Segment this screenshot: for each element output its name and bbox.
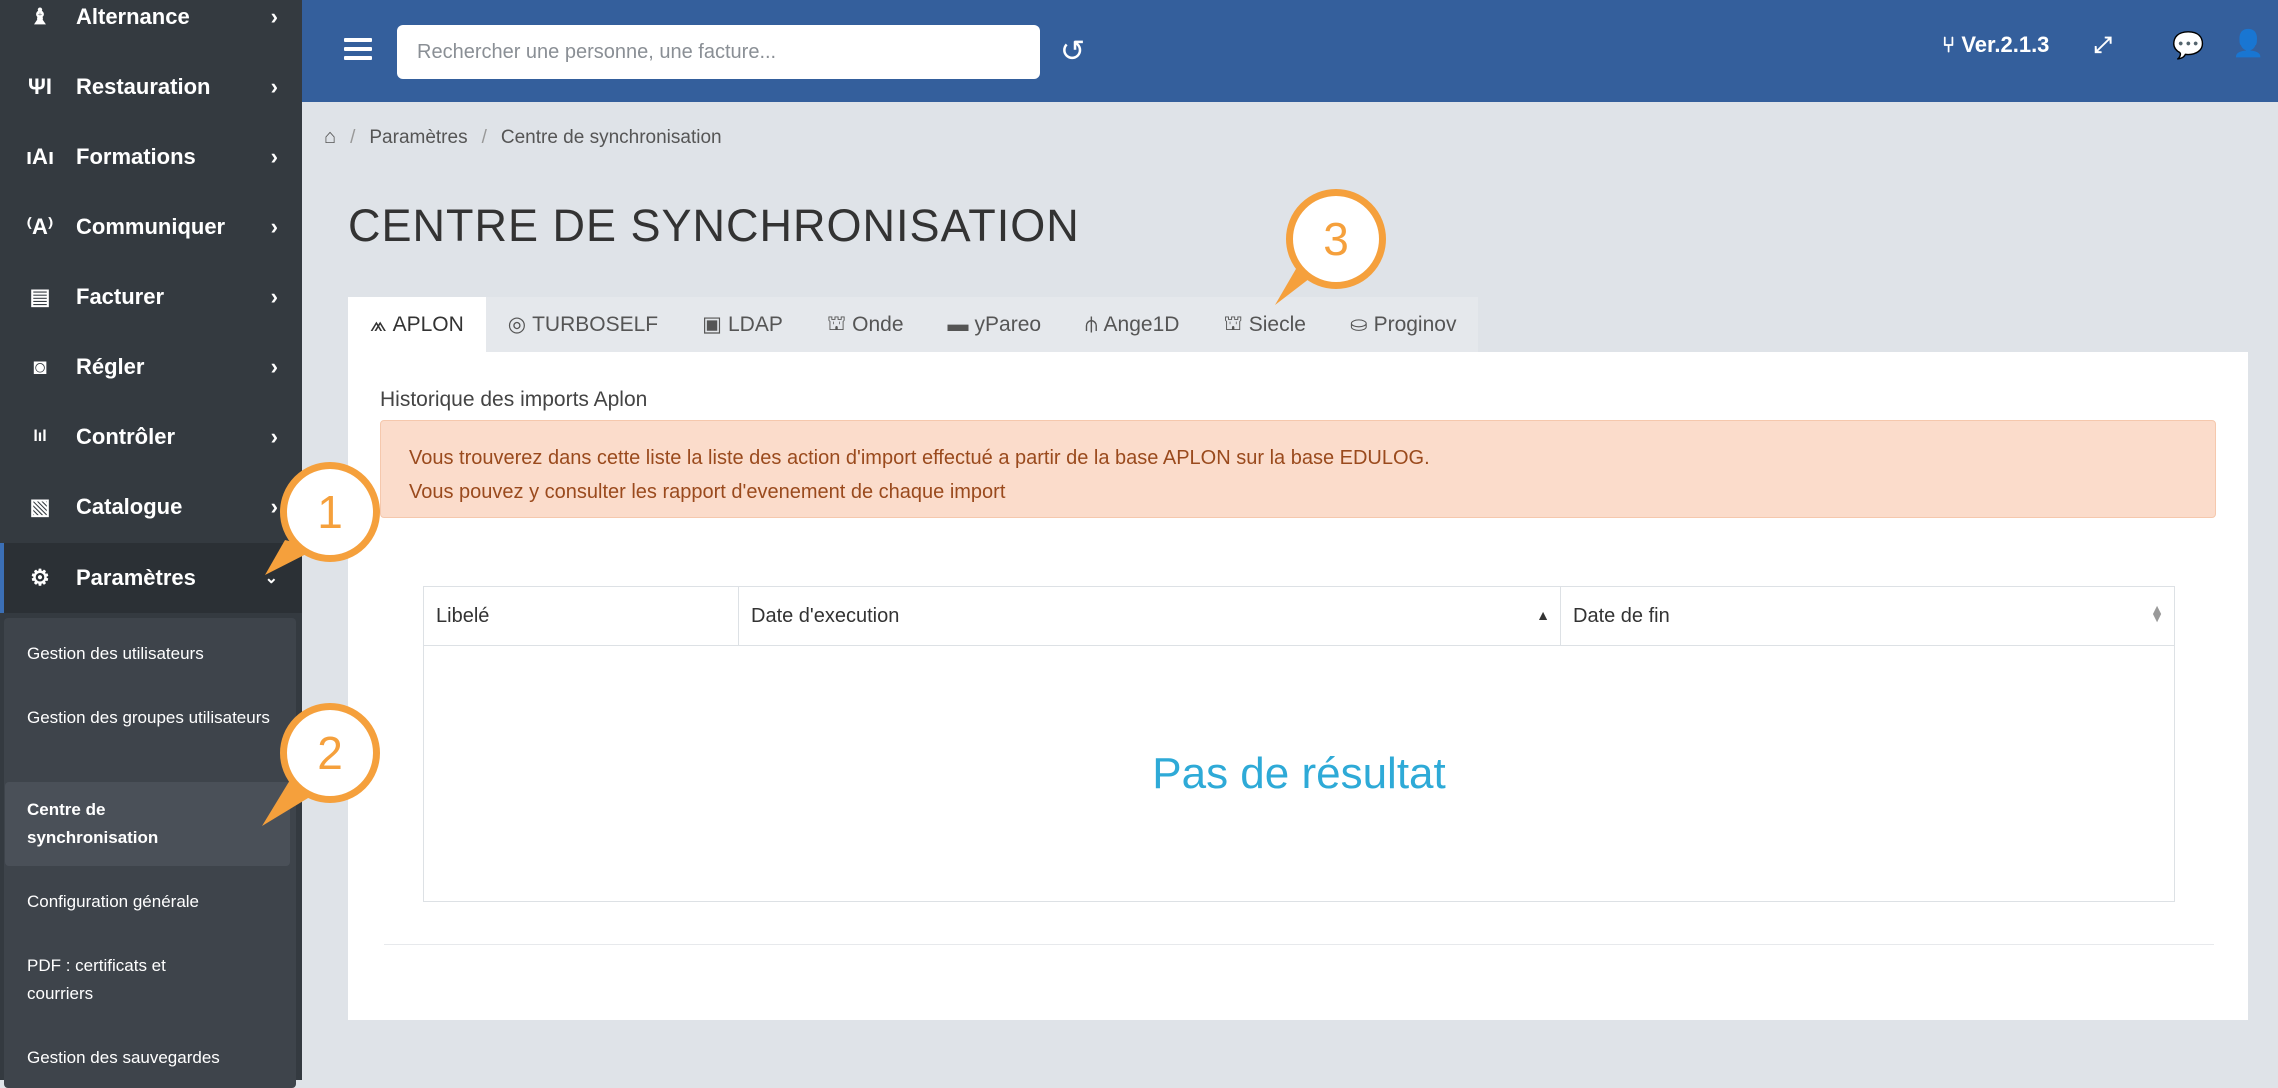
search-input[interactable] — [397, 25, 1040, 79]
fingerprint-icon: ◎ — [507, 313, 527, 336]
cogs-icon: ⚙ — [30, 565, 50, 590]
utensils-icon: ΨΙ — [28, 74, 52, 99]
sidebar-item-label: Restauration — [76, 74, 211, 99]
chevron-down-icon: ⌄ — [264, 570, 278, 587]
submenu-item-gestion-groupes[interactable]: Gestion des groupes utilisateurs — [27, 704, 277, 732]
money-bill-icon: ◙ — [33, 354, 47, 379]
tab-ldap[interactable]: ▣ LDAP — [680, 297, 805, 352]
sidebar-item-label: Formations — [76, 144, 196, 169]
sidebar-item-label: Communiquer — [76, 214, 226, 239]
callout-3: 3 — [1286, 189, 1386, 289]
breadcrumb-item[interactable]: Paramètres — [369, 127, 467, 149]
imports-table: Libelé Date d'execution ▲ Date de fin ▲ ▼… — [423, 586, 2175, 902]
chevron-right-icon: › — [270, 494, 278, 519]
alert-line: Vous pouvez y consulter les rapport d'ev… — [409, 481, 1006, 503]
sidebar: ♝ Alternance › ΨΙ Restauration › ıAı For… — [0, 0, 302, 1088]
divider — [384, 944, 2214, 945]
sidebar-item-label: Facturer — [76, 284, 165, 309]
chevron-right-icon: › — [270, 424, 278, 449]
sync-tabs: ⩕ APLON ◎ TURBOSELF ▣ LDAP ⛫ Onde ▬ yPareo ⫛ A… — [348, 297, 1479, 352]
aplon-icon: ⩕ — [370, 312, 387, 336]
chart-icon: lıl — [33, 428, 47, 445]
sidebar-item-communiquer[interactable]: ⁽A⁾ Communiquer › — [0, 192, 302, 262]
column-header-date-fin[interactable]: Date de fin ▲ ▼ — [1560, 587, 2174, 645]
broadcast-icon: ⁽A⁾ — [26, 214, 54, 239]
chevron-right-icon: › — [270, 284, 278, 309]
callout-2: 2 — [280, 703, 380, 803]
history-icon[interactable]: ↺ — [1060, 34, 1085, 69]
sidebar-item-label: Régler — [76, 354, 145, 379]
sidebar-item-catalogue[interactable]: ▧ Catalogue › — [0, 472, 302, 542]
empty-state-message: Pas de résultat — [1152, 749, 1446, 798]
sitemap-icon: ⫛ — [1085, 312, 1098, 336]
hamburger-menu-icon[interactable] — [344, 38, 372, 60]
sort-asc-icon: ▲ — [1536, 607, 1550, 623]
version-badge[interactable]: ⑂ Ver.2.1.3 — [1942, 32, 2049, 58]
info-alert: Vous trouverez dans cette liste la liste… — [380, 420, 2216, 518]
briefcase-icon: ▬ — [947, 312, 969, 336]
chevron-right-icon: › — [270, 214, 278, 239]
breadcrumb: ⌂ / Paramètres / Centre de synchronisati… — [324, 126, 722, 149]
git-branch-icon: ⑂ — [1942, 32, 1956, 57]
address-book-icon: ▣ — [702, 313, 722, 336]
sidebar-item-label: Alternance — [76, 4, 190, 29]
submenu-item-sauvegardes[interactable]: Gestion des sauvegardes — [27, 1044, 277, 1072]
chalkboard-icon: ıAı — [25, 144, 55, 169]
sidebar-item-label: Paramètres — [76, 565, 196, 590]
breadcrumb-item-current: Centre de synchronisation — [500, 126, 722, 148]
institution-icon: ⛫ — [826, 311, 847, 335]
callout-1: 1 — [280, 462, 380, 562]
sidebar-item-alternance[interactable]: ♝ Alternance › — [0, 0, 302, 52]
submenu-item-configuration-generale[interactable]: Configuration générale — [27, 888, 277, 916]
hand-holding-icon: ⛀ — [1349, 313, 1368, 336]
tab-aplon[interactable]: ⩕ APLON — [348, 297, 486, 352]
chevron-right-icon: › — [270, 354, 278, 379]
history-label: Historique des imports Aplon — [380, 388, 648, 411]
tab-ypareo[interactable]: ▬ yPareo — [925, 297, 1064, 352]
institution-icon: ⛫ — [1223, 311, 1243, 335]
chevron-right-icon: › — [270, 74, 278, 99]
sidebar-item-parametres[interactable]: ⚙ Paramètres ⌄ — [0, 543, 302, 613]
submenu-item-centre-synchronisation[interactable]: Centre de synchronisation — [27, 796, 197, 852]
tab-onde[interactable]: ⛫ Onde — [804, 297, 926, 352]
chevron-right-icon: › — [270, 4, 278, 29]
column-header-date-execution[interactable]: Date d'execution ▲ — [738, 587, 1560, 645]
expand-icon[interactable]: ⤢ — [2094, 32, 2112, 58]
invoice-icon: ▤ — [29, 284, 51, 309]
table-header: Libelé Date d'execution ▲ Date de fin ▲ ▼ — [424, 587, 2174, 646]
sidebar-item-controler[interactable]: lıl Contrôler › — [0, 402, 302, 472]
sidebar-item-facturer[interactable]: ▤ Facturer › — [0, 262, 302, 332]
sidebar-item-label: Catalogue — [76, 494, 183, 519]
sidebar-item-restauration[interactable]: ΨΙ Restauration › — [0, 52, 302, 122]
tab-turboself[interactable]: ◎ TURBOSELF — [485, 297, 681, 352]
user-icon[interactable]: 👤 — [2232, 28, 2264, 59]
column-header-libele[interactable]: Libelé — [424, 587, 738, 645]
submenu-item-pdf[interactable]: PDF : certificats et courriers — [27, 952, 197, 1008]
tab-proginov[interactable]: ⛀ Proginov — [1327, 297, 1479, 352]
topbar: ↺ ⑂ Ver.2.1.3 ⤢ 💬 👤 — [302, 0, 2278, 102]
page-title: CENTRE DE SYNCHRONISATION — [348, 200, 1080, 251]
chevron-right-icon: › — [270, 144, 278, 169]
alert-line: Vous trouverez dans cette liste la liste… — [409, 447, 1430, 469]
chat-icon[interactable]: 💬 — [2172, 30, 2204, 61]
tab-siecle[interactable]: ⛫ Siecle — [1201, 297, 1328, 352]
sort-icon: ▲ ▼ — [2150, 601, 2164, 625]
catalog-icon: ▧ — [29, 494, 51, 519]
submenu-item-gestion-utilisateurs[interactable]: Gestion des utilisateurs — [27, 640, 277, 668]
sidebar-item-formations[interactable]: ıAı Formations › — [0, 122, 302, 192]
sidebar-item-regler[interactable]: ◙ Régler › — [0, 332, 302, 402]
home-icon[interactable]: ⌂ — [324, 126, 336, 149]
tab-ange1d[interactable]: ⫛ Ange1D — [1063, 297, 1202, 352]
user-graduate-icon: ♝ — [30, 4, 50, 29]
sidebar-item-label: Contrôler — [76, 424, 175, 449]
